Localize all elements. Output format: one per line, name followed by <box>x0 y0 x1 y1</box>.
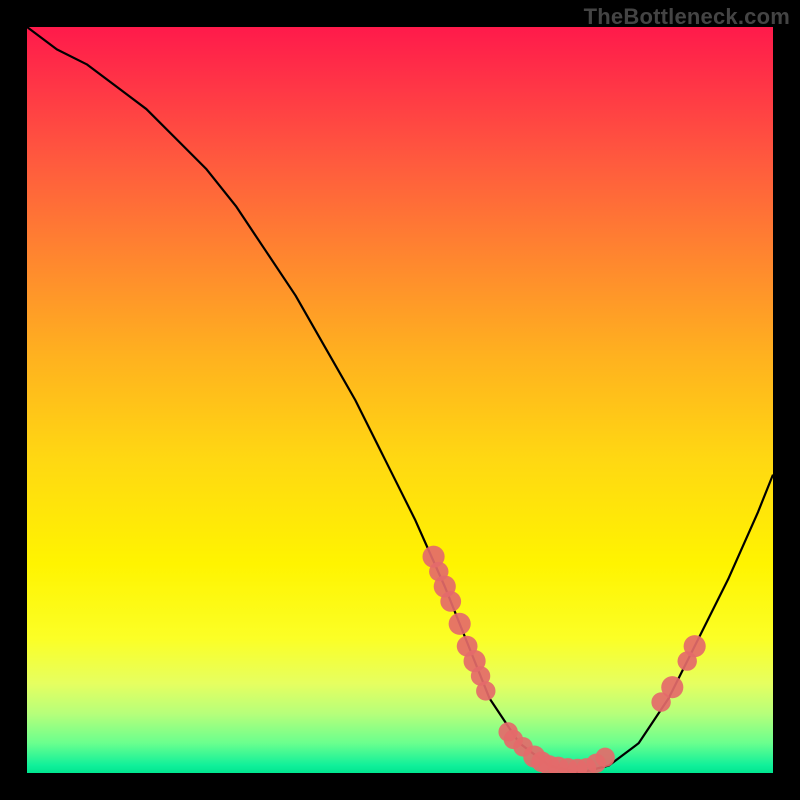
left-cluster-dot <box>476 681 495 700</box>
right-cluster-dot <box>661 676 683 698</box>
plot-area <box>27 27 773 773</box>
right-cluster-dot <box>684 635 706 657</box>
chart-stage: TheBottleneck.com <box>0 0 800 800</box>
data-markers <box>423 546 706 773</box>
watermark-text: TheBottleneck.com <box>584 4 790 30</box>
curve-svg <box>27 27 773 773</box>
bottleneck-curve <box>27 27 773 773</box>
valley-dot <box>595 748 614 767</box>
left-cluster-dot <box>440 591 461 612</box>
left-cluster-dot <box>449 613 471 635</box>
